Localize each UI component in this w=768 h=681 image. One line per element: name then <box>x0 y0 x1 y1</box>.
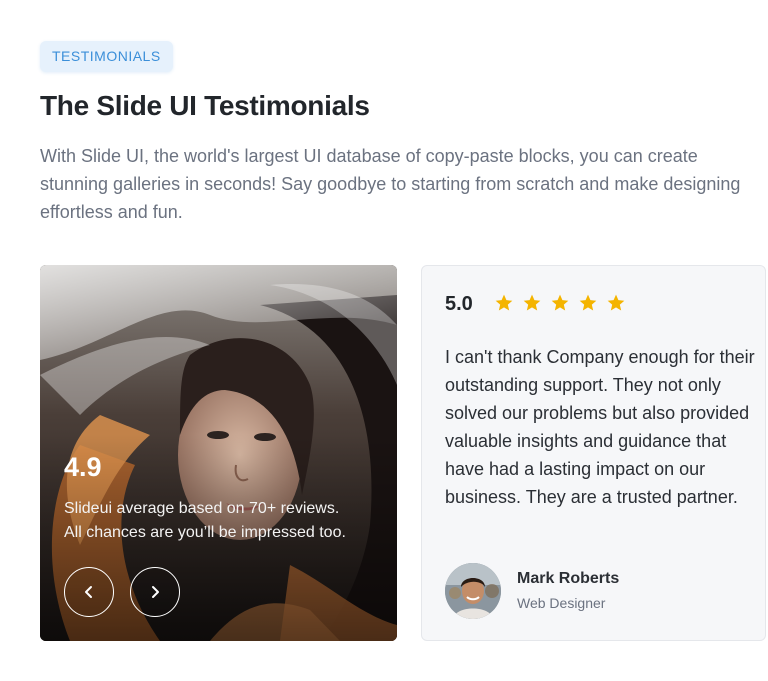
next-button[interactable] <box>130 567 180 617</box>
chevron-right-icon <box>152 586 159 598</box>
testimonial-quote: I can't thank Company enough for their o… <box>445 347 755 507</box>
rating-description-line1: Slideui average based on 70+ reviews. <box>64 500 340 517</box>
star-icon <box>522 293 542 313</box>
star-icon <box>550 293 570 313</box>
previous-button[interactable] <box>64 567 114 617</box>
star-icon <box>578 293 598 313</box>
testimonial-score: 5.0 <box>445 293 473 315</box>
section-badge: TESTIMONIALS <box>40 41 173 72</box>
author-avatar <box>445 563 501 619</box>
star-icon <box>606 293 626 313</box>
author-name: Mark Roberts <box>517 570 620 587</box>
star-rating <box>494 293 626 313</box>
photo-card: 4.9 Slideui average based on 70+ reviews… <box>40 265 397 641</box>
chevron-left-icon <box>85 586 92 598</box>
rating-description: Slideui average based on 70+ reviews. Al… <box>64 497 384 545</box>
rating-description-line2: All chances are you’ll be impressed too. <box>64 524 346 541</box>
section-description: With Slide UI, the world's largest UI da… <box>40 146 741 222</box>
testimonial-card: 5.0 I can't thank Company enough for the… <box>421 265 766 641</box>
section-title: The Slide UI Testimonials <box>40 90 370 121</box>
star-icon <box>494 293 514 313</box>
average-rating: 4.9 <box>64 452 102 482</box>
author-role: Web Designer <box>517 595 606 611</box>
